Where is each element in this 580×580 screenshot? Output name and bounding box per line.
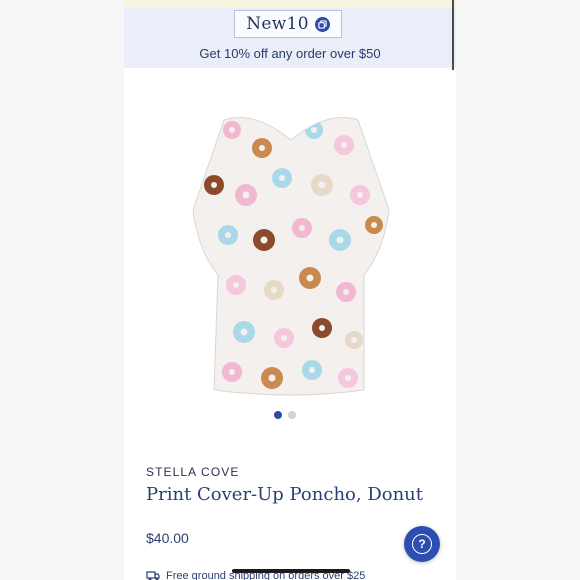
promo-code-box[interactable]: New10 bbox=[234, 10, 342, 38]
product-title: Print Cover-Up Poncho, Donut bbox=[146, 484, 424, 505]
phone-screen: New10 Get 10% off any order over $50 STE… bbox=[124, 0, 456, 580]
copy-glyph bbox=[318, 19, 327, 29]
gallery-dot-2[interactable] bbox=[288, 411, 296, 419]
gallery-dots bbox=[274, 411, 296, 419]
help-button[interactable]: ? bbox=[404, 526, 440, 562]
gallery-dot-1[interactable] bbox=[274, 411, 282, 419]
truck-icon bbox=[146, 571, 160, 580]
brand-name[interactable]: STELLA COVE bbox=[146, 465, 239, 479]
question-icon: ? bbox=[412, 534, 432, 554]
promo-banner: New10 Get 10% off any order over $50 bbox=[124, 0, 456, 68]
product-image[interactable] bbox=[184, 100, 398, 400]
home-indicator[interactable] bbox=[232, 569, 350, 573]
product-price: $40.00 bbox=[146, 530, 189, 546]
promo-code: New10 bbox=[246, 14, 309, 34]
top-strip bbox=[124, 0, 456, 8]
promo-text: Get 10% off any order over $50 bbox=[199, 46, 381, 61]
copy-icon[interactable] bbox=[314, 16, 330, 32]
scrollbar[interactable] bbox=[452, 0, 454, 70]
